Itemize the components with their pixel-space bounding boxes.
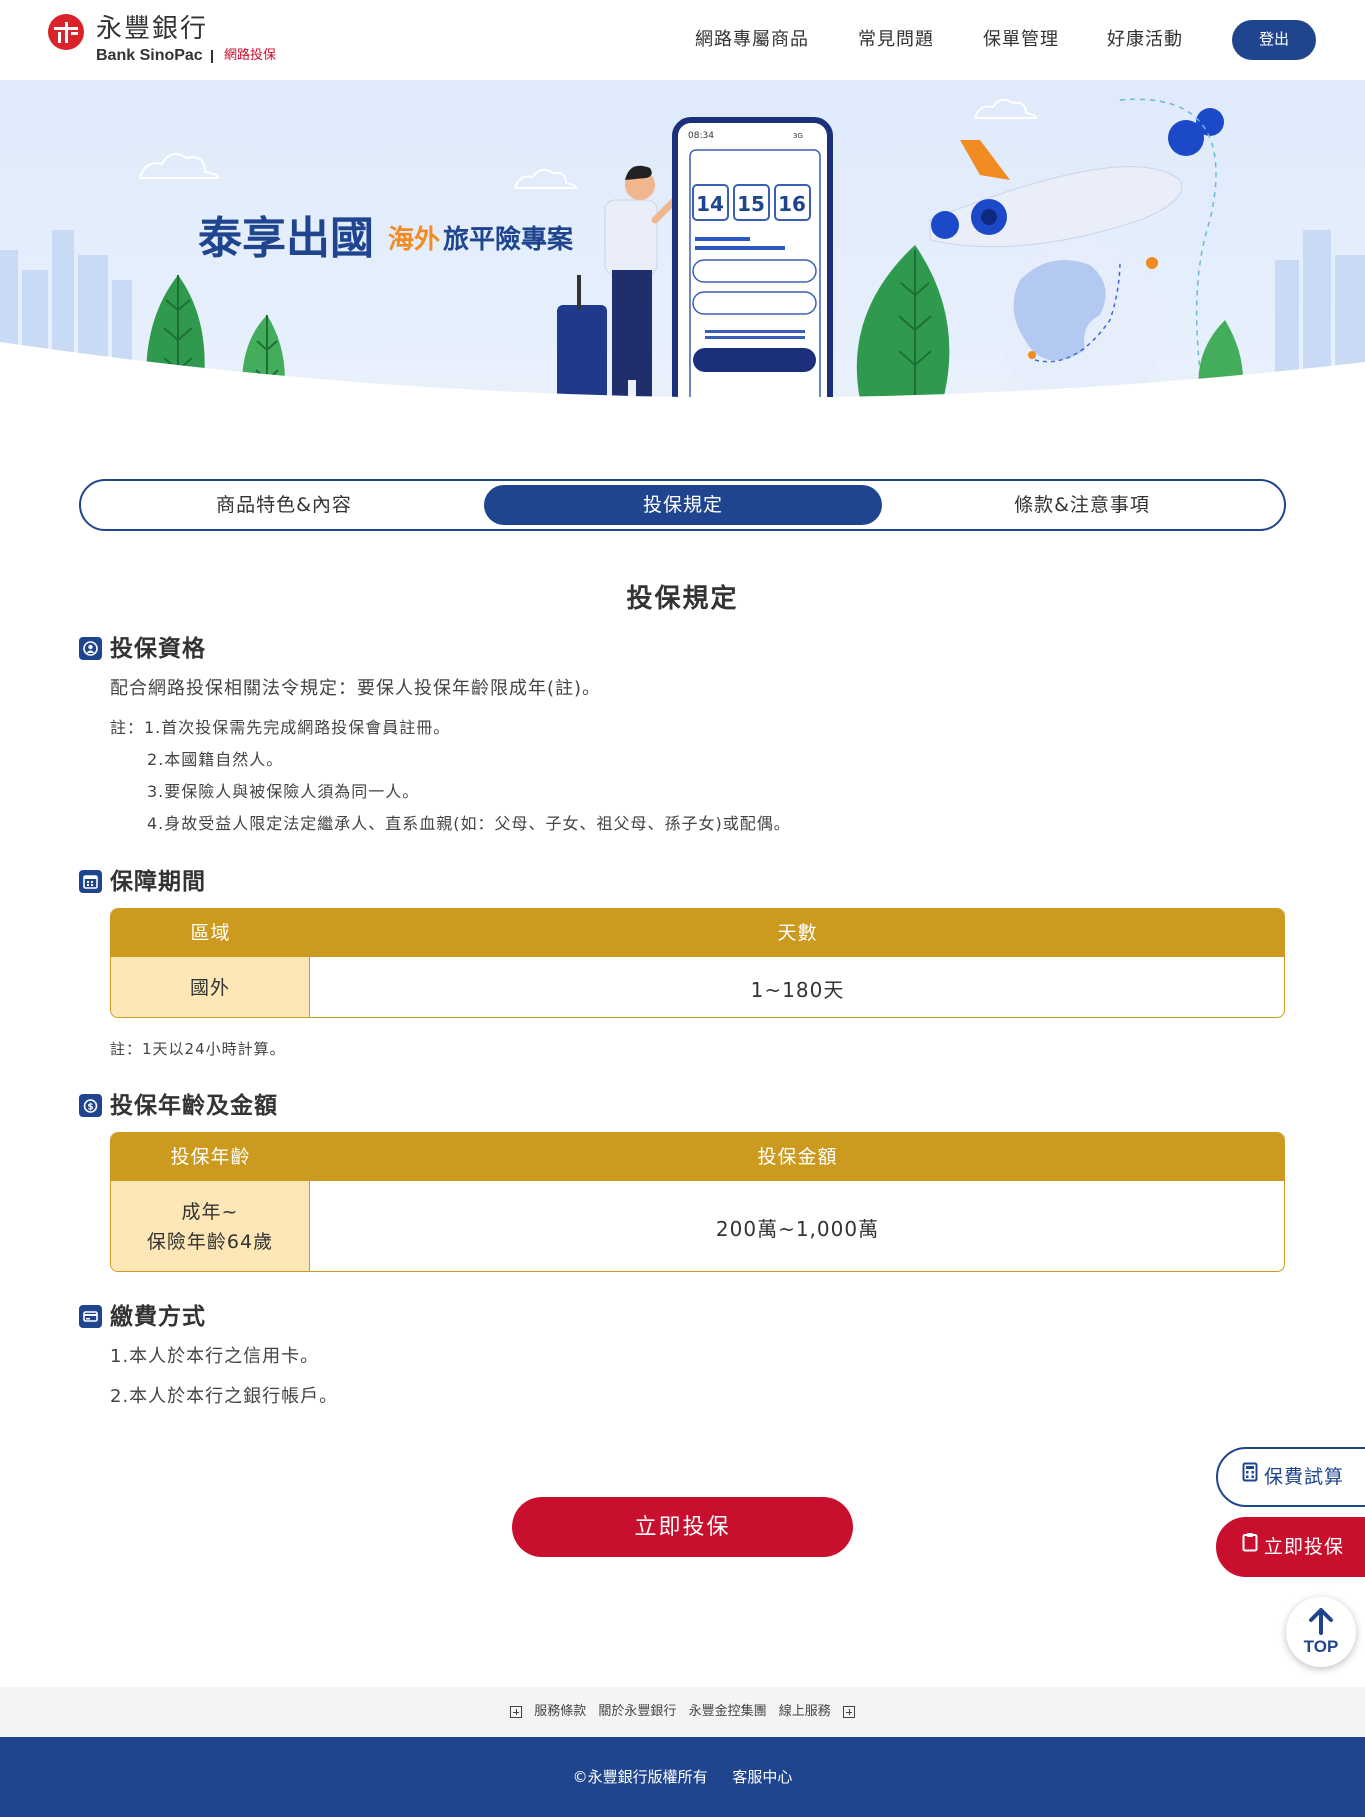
age-amount-table: 投保年齡 投保金額 成年~ 保險年齡64歲 200萬~1,000萬 (110, 1132, 1285, 1272)
header-region: 區域 (190, 922, 231, 944)
eligibility-text: 配合網路投保相關法令規定：要保人投保年齡限成年(註)。 (110, 678, 602, 699)
bank-logo[interactable]: 永豐銀行 Bank SinoPac 網路投保 (48, 14, 288, 66)
phone-time: 08:34 (688, 131, 714, 141)
page-title: 投保規定 (626, 584, 739, 614)
svg-text:$: $ (87, 1103, 93, 1113)
cell-days: 1~180天 (750, 977, 845, 1002)
content-tabs: 商品特色&內容 投保規定 條款&注意事項 (79, 479, 1286, 531)
payment-item-2: 2.本人於本行之銀行帳戶。 (110, 1386, 339, 1407)
header-age: 投保年齡 (170, 1146, 251, 1168)
period-title: 保障期間 (110, 869, 206, 895)
expand-icon (842, 1705, 855, 1718)
footer-link-online-service[interactable]: 線上服務 (779, 1704, 831, 1719)
cell-region: 國外 (111, 957, 310, 1017)
clipboard-icon (1242, 1518, 1258, 1574)
banner-subtitle-accent: 海外 (388, 225, 440, 255)
calendar-icon (79, 870, 102, 893)
logo-chinese-name: 永豐銀行 (96, 14, 209, 44)
calculator-icon (1242, 1448, 1258, 1504)
nav-online-products[interactable]: 網路專屬商品 (695, 26, 809, 54)
footer-link-terms[interactable]: 服務條款 (534, 1704, 586, 1719)
phone-date-3: 16 (778, 192, 806, 216)
phone-date-1: 14 (696, 192, 724, 216)
header-days: 天數 (777, 922, 818, 944)
arrow-up-icon (1309, 1608, 1333, 1635)
header-amount: 投保金額 (757, 1146, 838, 1168)
user-circle-icon (79, 637, 102, 660)
apply-now-button[interactable]: 立即投保 (512, 1497, 853, 1557)
expand-icon (510, 1705, 523, 1718)
money-bag-icon: $ (79, 1094, 102, 1117)
table-header: 投保年齡 投保金額 (111, 1133, 1284, 1181)
cell-age-line-1: 成年~ (181, 1201, 239, 1223)
footer-link-about[interactable]: 關於永豐銀行 (598, 1704, 676, 1719)
tab-terms-notes[interactable]: 條款&注意事項 (883, 485, 1281, 525)
footer-copyright: ©永豐銀行版權所有 (572, 1768, 708, 1786)
logout-button[interactable]: 登出 (1232, 20, 1316, 60)
banner-title: 泰享出國 (198, 213, 374, 264)
credit-card-icon (79, 1305, 102, 1328)
footer-links: 服務條款 關於永豐銀行 永豐金控集團 線上服務 (0, 1687, 1365, 1737)
phone-signal: 3G (793, 132, 803, 140)
tab-product-features[interactable]: 商品特色&內容 (85, 485, 483, 525)
eligibility-note-3: 3.要保險人與被保險人須為同一人。 (147, 782, 420, 801)
logo-english-name: Bank SinoPac (96, 47, 203, 64)
logo-separator (211, 50, 213, 63)
premium-calculator-label: 保費試算 (1264, 1466, 1345, 1488)
floating-apply-label: 立即投保 (1264, 1536, 1345, 1558)
nav-promotions[interactable]: 好康活動 (1107, 26, 1183, 54)
floating-apply-button[interactable]: 立即投保 (1216, 1517, 1365, 1577)
eligibility-note-1: 註：1.首次投保需先完成網路投保會員註冊。 (110, 718, 451, 737)
logo-subtitle: 網路投保 (224, 48, 277, 63)
eligibility-note-4: 4.身故受益人限定法定繼承人、直系血親(如：父母、子女、祖父母、孫子女)或配偶。 (147, 814, 791, 833)
footer-link-group[interactable]: 永豐金控集團 (689, 1704, 767, 1719)
cell-age: 成年~ 保險年齡64歲 (111, 1181, 310, 1271)
hero-banner: 泰享出國 海外 旅平險專案 08:34 3G 14 15 16 (0, 80, 1365, 430)
sinopac-logo-icon (48, 14, 84, 50)
phone-date-2: 15 (737, 192, 765, 216)
period-note: 註：1天以24小時計算。 (110, 1040, 286, 1058)
back-to-top-button[interactable]: TOP (1286, 1597, 1356, 1667)
eligibility-note-2: 2.本國籍自然人。 (147, 750, 284, 769)
payment-title: 繳費方式 (110, 1304, 206, 1330)
tab-insurance-rules[interactable]: 投保規定 (484, 485, 882, 525)
payment-item-1: 1.本人於本行之信用卡。 (110, 1346, 320, 1367)
table-header: 區域 天數 (111, 909, 1284, 957)
back-to-top-label: TOP (1303, 1637, 1339, 1656)
eligibility-title: 投保資格 (110, 636, 206, 662)
cell-amount: 200萬~1,000萬 (715, 1216, 880, 1241)
site-header: 永豐銀行 Bank SinoPac 網路投保 網路專屬商品 常見問題 保單管理 … (0, 0, 1365, 80)
footer-customer-service-link[interactable]: 客服中心 (732, 1768, 792, 1786)
nav-faq[interactable]: 常見問題 (858, 26, 934, 54)
cell-age-line-2: 保險年齡64歲 (146, 1231, 274, 1253)
age-amount-title: 投保年齡及金額 (110, 1093, 278, 1119)
nav-policy-management[interactable]: 保單管理 (983, 26, 1059, 54)
banner-subtitle: 旅平險專案 (443, 224, 574, 255)
footer-bottom: ©永豐銀行版權所有 客服中心 (0, 1737, 1365, 1817)
premium-calculator-button[interactable]: 保費試算 (1216, 1447, 1365, 1507)
period-table: 區域 天數 國外 1~180天 (110, 908, 1285, 1018)
banner-illustration: 泰享出國 海外 旅平險專案 08:34 3G 14 15 16 (0, 80, 1365, 430)
